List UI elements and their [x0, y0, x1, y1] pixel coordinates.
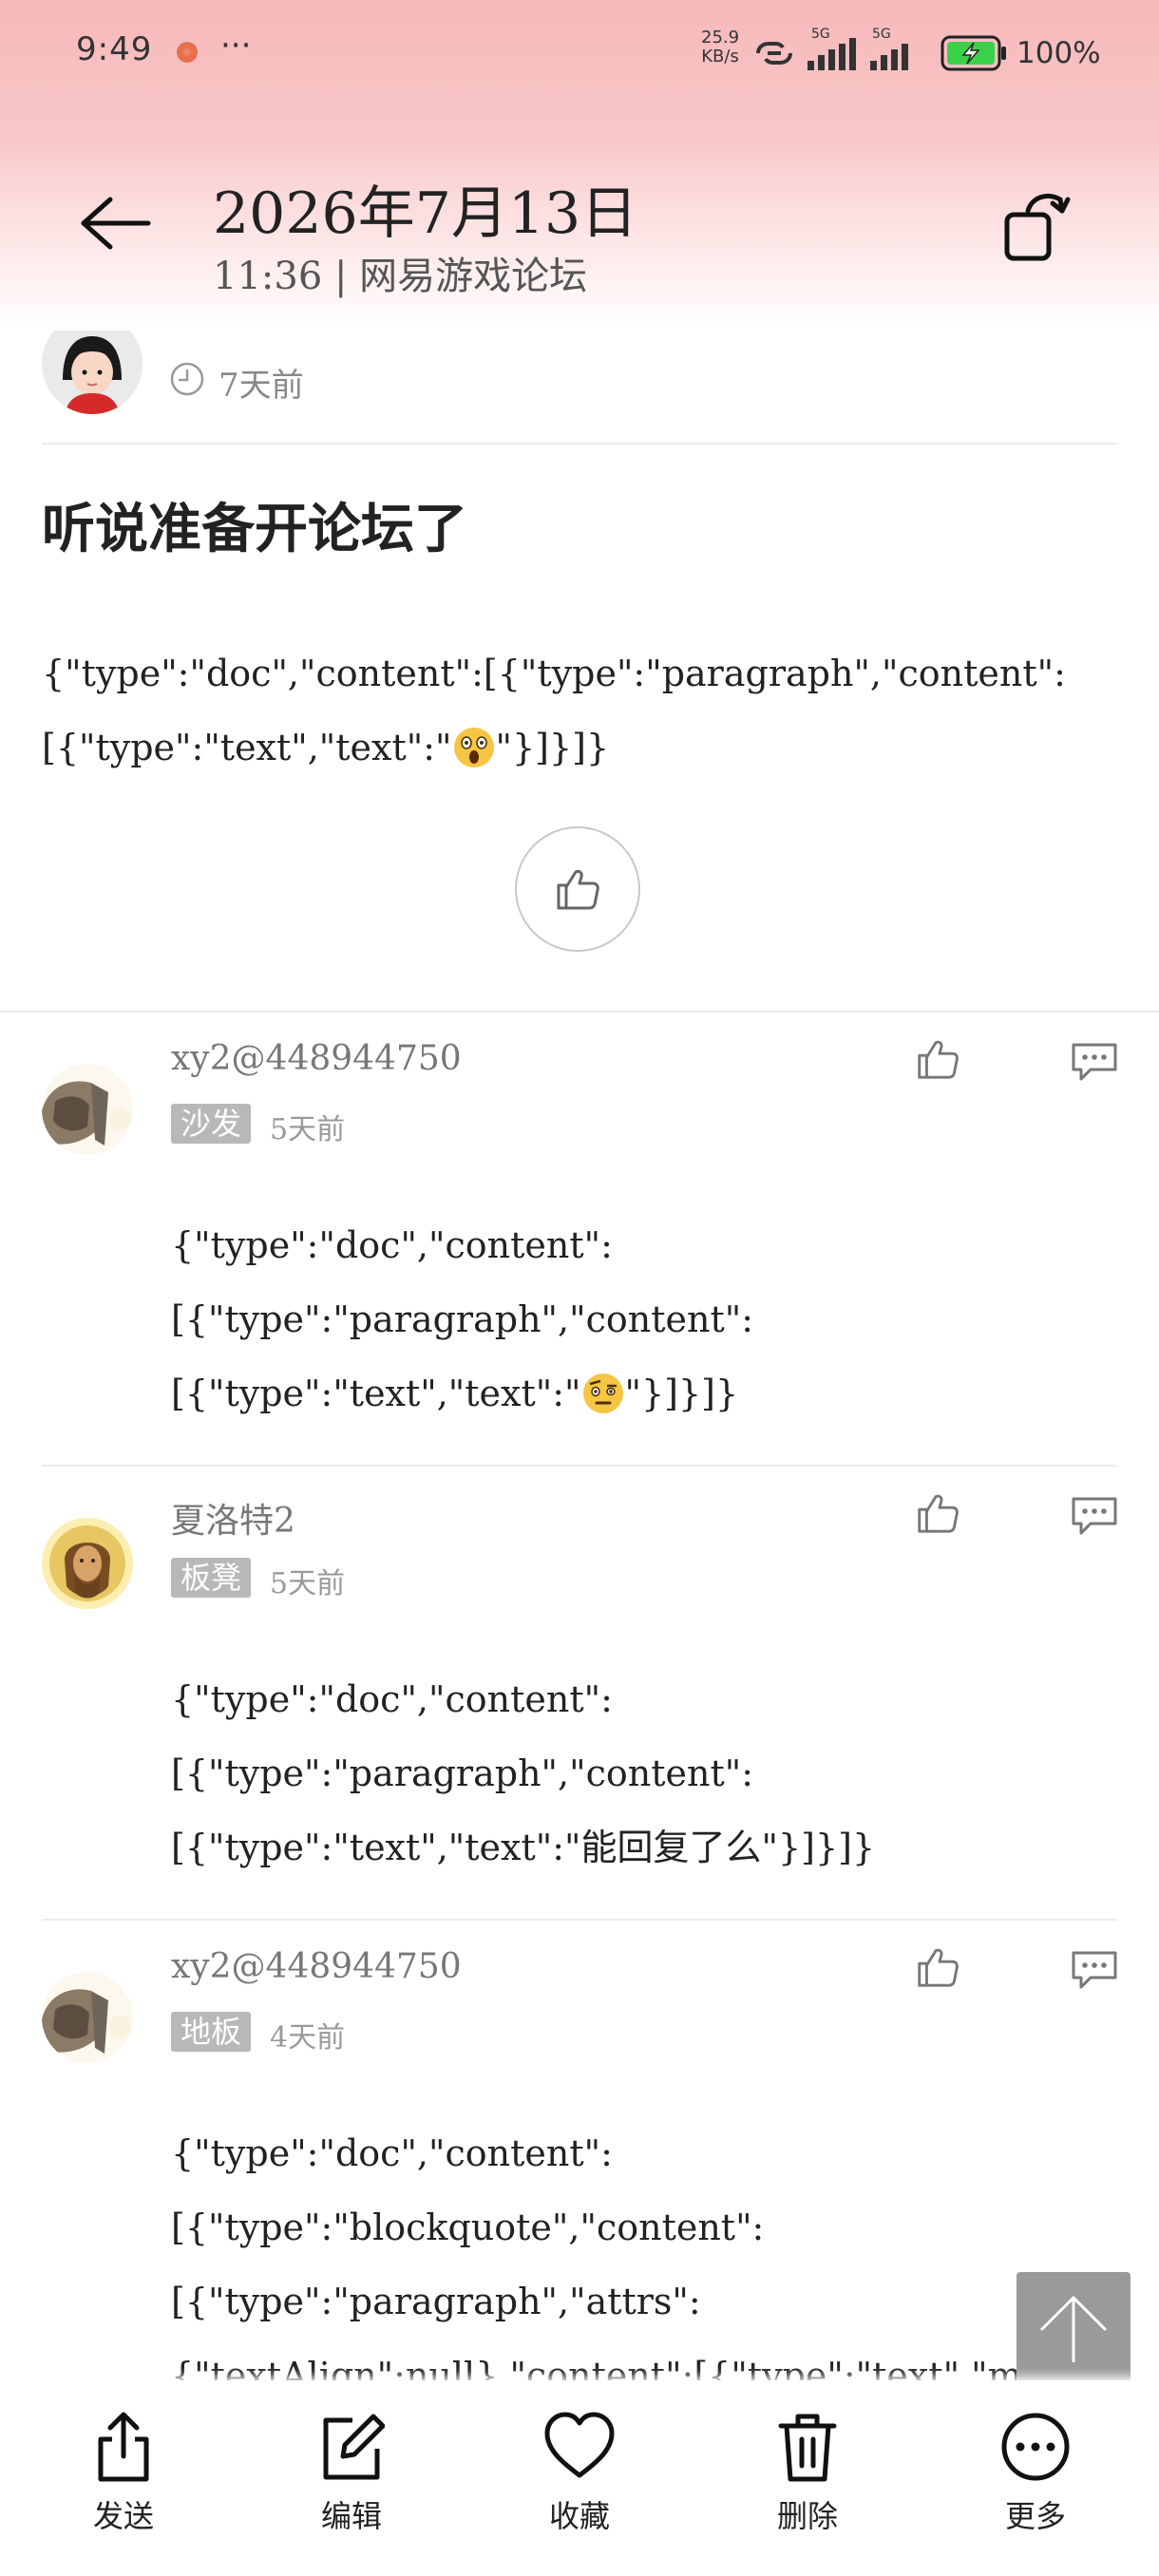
divider	[42, 1919, 1117, 1921]
reply-body-line: [{"type":"text","text":" "}]}]}	[171, 1356, 1121, 1430]
battery-percent: 100%	[1016, 36, 1101, 70]
post-body-line: [{"type":"text","text":" "}]}]}	[42, 710, 1115, 785]
reply-username[interactable]: xy2@448944750	[171, 1039, 462, 1078]
thumbs-up-icon[interactable]	[914, 1943, 961, 1991]
send-button[interactable]: 发送	[48, 2411, 200, 2536]
reply-username[interactable]: 夏洛特2	[171, 1493, 295, 1543]
reply-body-line: {"type":"doc","content":	[171, 1678, 613, 1720]
scroll-to-top-button[interactable]	[1016, 2272, 1130, 2384]
raised-eyebrow-face-emoji-icon	[582, 1373, 623, 1413]
arrow-up-icon	[1039, 2295, 1108, 2362]
edit-button[interactable]: 编辑	[276, 2411, 428, 2536]
arrow-left-icon[interactable]	[76, 190, 152, 256]
reply-body: {"type":"doc","content": [{"type":"block…	[171, 2116, 1130, 2413]
delete-label: 删除	[776, 2498, 838, 2534]
notification-icon	[177, 42, 198, 63]
link-icon	[756, 42, 792, 65]
post-body-text: "}]}]}	[495, 727, 610, 768]
reply-body-line: {"type":"doc","content":	[171, 2132, 613, 2174]
reply-body-line: [{"type":"paragraph","content":	[171, 1752, 753, 1794]
heart-icon	[544, 2412, 615, 2478]
reply-body-line: [{"type":"paragraph","content":	[171, 1298, 753, 1340]
network-speed-value: 25.9	[701, 28, 740, 47]
reply-body-text: [{"type":"text","text":"	[171, 1373, 581, 1414]
post-title: 听说准备开论坛了	[42, 499, 467, 560]
post-body: {"type":"doc","content":[{"type":"paragr…	[42, 636, 1115, 785]
floor-badge: 沙发	[171, 1104, 252, 1144]
floor-badge: 板凳	[171, 1558, 252, 1598]
reply-username[interactable]: xy2@448944750	[171, 1947, 462, 1986]
reply-avatar[interactable]	[42, 1972, 133, 2063]
page-title-date: 2026年7月13日	[213, 180, 638, 247]
status-time: 9:49	[76, 30, 153, 68]
signal-2-icon: 5G	[866, 27, 923, 76]
post-body-line: {"type":"doc","content":[{"type":"paragr…	[42, 653, 1066, 694]
edit-label: 编辑	[320, 2498, 382, 2534]
thumbs-up-icon	[557, 869, 599, 910]
status-more-dots: ···	[220, 27, 252, 65]
reply-avatar[interactable]	[42, 1518, 133, 1609]
section-separator	[0, 1011, 1159, 1013]
delete-button[interactable]: 删除	[732, 2411, 884, 2536]
network-speed: 25.9 KB/s	[701, 28, 739, 66]
more-label: 更多	[1004, 2498, 1066, 2534]
reply-body-line: {"type":"doc","content":	[171, 1224, 613, 1266]
more-button[interactable]: 更多	[960, 2411, 1112, 2536]
battery-icon	[940, 35, 1006, 71]
reply-body-line: [{"type":"paragraph","attrs":	[171, 2281, 701, 2322]
reply-avatar[interactable]	[42, 1064, 133, 1155]
rotate-screen-icon[interactable]	[1003, 186, 1074, 262]
more-icon	[1001, 2413, 1070, 2481]
post-body-text: [{"type":"text","text":"	[42, 727, 452, 768]
clock-icon	[170, 362, 204, 396]
reply-body: {"type":"doc","content": [{"type":"parag…	[171, 1208, 1121, 1430]
reply-body: {"type":"doc","content": [{"type":"parag…	[171, 1662, 1121, 1885]
comment-icon[interactable]	[1070, 1039, 1119, 1083]
astonished-face-emoji-icon	[453, 728, 494, 767]
reply-body-line: [{"type":"blockquote","content":	[171, 2207, 765, 2248]
reply-time: 5天前	[270, 1113, 346, 1146]
favorite-label: 收藏	[548, 2498, 610, 2534]
page-subtitle: 11:36 | 网易游戏论坛	[213, 255, 588, 298]
reply-body-line: [{"type":"text","text":"能回复了么"}]}]}	[171, 1827, 876, 1868]
send-label: 发送	[92, 2498, 154, 2534]
thumbs-up-icon[interactable]	[914, 1489, 961, 1537]
divider	[42, 1465, 1117, 1467]
post-time: 7天前	[218, 367, 304, 405]
thumbs-up-icon[interactable]	[914, 1035, 961, 1083]
bottom-action-bar: 发送 编辑 收藏 删除 更多	[0, 2380, 1159, 2576]
share-icon	[98, 2412, 149, 2482]
favorite-button[interactable]: 收藏	[504, 2411, 656, 2536]
top-header: 9:49 ··· 25.9 KB/s 5G 5G 100% 2026年7月13日…	[0, 0, 1159, 331]
comment-icon[interactable]	[1070, 1947, 1119, 1991]
reply-body-text: "}]}]}	[624, 1373, 739, 1414]
signal-2-label: 5G	[872, 27, 891, 42]
comment-icon[interactable]	[1070, 1493, 1119, 1537]
signal-1-label: 5G	[811, 27, 830, 42]
edit-icon	[323, 2414, 385, 2480]
post-like-button[interactable]	[515, 826, 640, 952]
reply-time: 4天前	[270, 2021, 346, 2055]
floor-badge: 地板	[171, 2012, 252, 2052]
signal-1-icon: 5G	[804, 27, 861, 76]
divider	[42, 443, 1117, 445]
trash-icon	[778, 2414, 837, 2482]
network-speed-unit: KB/s	[701, 47, 739, 66]
reply-time: 5天前	[270, 1567, 346, 1601]
